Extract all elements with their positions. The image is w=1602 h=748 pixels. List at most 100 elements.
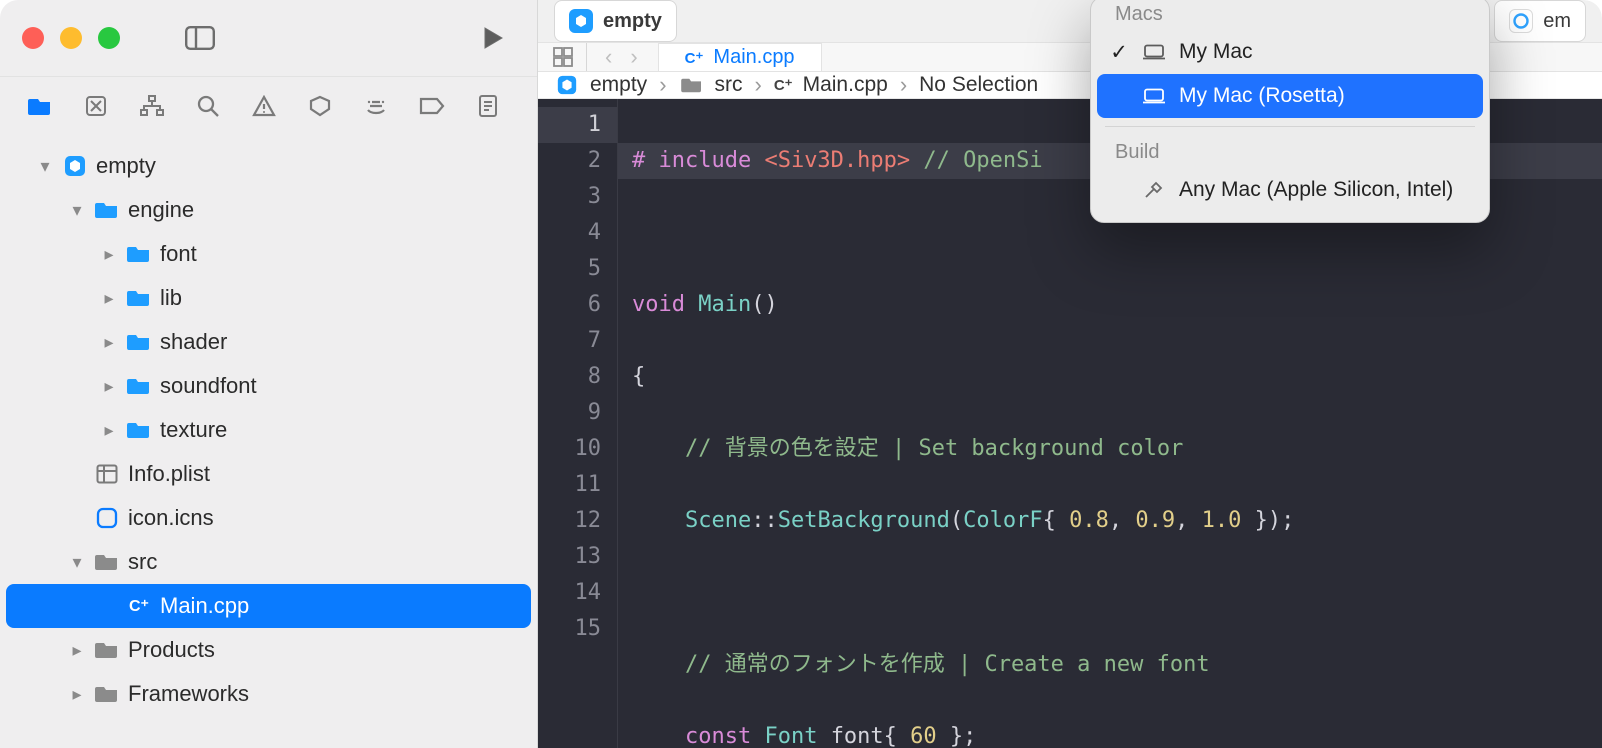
minimize-window-button[interactable] [60,27,82,49]
menu-item-my-mac-rosetta[interactable]: My Mac (Rosetta) [1097,74,1483,118]
menu-item-label: Any Mac (Apple Silicon, Intel) [1179,178,1453,202]
report-navigator-icon[interactable] [474,92,502,120]
menu-separator [1105,126,1475,127]
tree-item-info-plist[interactable]: ▸ Info.plist [6,452,531,496]
project-navigator-icon[interactable] [26,92,54,120]
window-controls [22,27,120,49]
folder-icon [126,241,152,267]
tree-item-shader[interactable]: ▸ shader [6,320,531,364]
line-number: 9 [538,395,601,431]
tree-item-texture[interactable]: ▸ texture [6,408,531,452]
zoom-window-button[interactable] [98,27,120,49]
line-number: 10 [538,431,601,467]
tree-item-main-cpp[interactable]: ▸ C⁺ Main.cpp [6,584,531,628]
line-number: 13 [538,539,601,575]
folder-icon [94,637,120,663]
find-navigator-icon[interactable] [194,92,222,120]
tree-label: font [160,241,197,267]
tree-item-soundfont[interactable]: ▸ soundfont [6,364,531,408]
tree-item-src[interactable]: ▾ src [6,540,531,584]
tree-label: shader [160,329,227,355]
crumb-project[interactable]: empty [590,73,647,97]
tree-label: icon.icns [128,505,214,531]
line-number: 6 [538,287,601,323]
tree-item-frameworks[interactable]: ▸ Frameworks [6,672,531,716]
line-number: 15 [538,611,601,647]
target-label: em [1543,10,1571,33]
folder-icon [126,285,152,311]
folder-icon [126,329,152,355]
menu-item-my-mac[interactable]: ✓ My Mac [1097,30,1483,74]
chevron-right-icon: › [898,72,909,98]
hammer-icon [1143,181,1165,199]
crumb-selection[interactable]: No Selection [919,73,1038,97]
menu-item-any-mac[interactable]: Any Mac (Apple Silicon, Intel) [1097,168,1483,212]
test-navigator-icon[interactable] [306,92,334,120]
symbol-navigator-icon[interactable] [138,92,166,120]
tree-label: src [128,549,157,575]
cpp-file-icon: C⁺ [685,49,704,67]
scheme-name: empty [603,10,662,33]
cpp-file-icon: C⁺ [774,76,793,94]
plist-icon [94,461,120,487]
run-button[interactable] [471,16,515,60]
source-control-navigator-icon[interactable] [82,92,110,120]
run-destination-selector[interactable]: em [1494,0,1586,42]
tree-label: empty [96,153,156,179]
tree-item-font[interactable]: ▸ font [6,232,531,276]
menu-section-header: Build [1097,135,1483,168]
mac-icon [1143,87,1165,105]
nav-forward-button[interactable]: › [624,44,643,70]
line-number: 4 [538,215,601,251]
folder-icon [94,197,120,223]
tree-label: Products [128,637,215,663]
tab-tools: ‹ › [538,43,659,71]
run-destination-menu: Macs ✓ My Mac My Mac (Rosetta) Build [1090,0,1490,223]
tree-label: Info.plist [128,461,210,487]
line-number: 5 [538,251,601,287]
folder-icon [94,681,120,707]
scheme-selector[interactable]: empty [554,0,677,42]
menu-section-header: Macs [1097,0,1483,30]
tree-item-project[interactable]: ▾ empty [6,144,531,188]
nav-back-button[interactable]: ‹ [599,44,618,70]
toggle-sidebar-icon[interactable] [178,16,222,60]
checkmark-icon: ✓ [1109,40,1129,65]
folder-icon [126,417,152,443]
file-tab-main-cpp[interactable]: C⁺ Main.cpp [659,43,822,71]
chevron-right-icon: › [657,72,668,98]
line-number: 3 [538,179,601,215]
project-icon [62,153,88,179]
tree-item-icon-icns[interactable]: ▸ icon.icns [6,496,531,540]
tree-item-lib[interactable]: ▸ lib [6,276,531,320]
related-items-icon[interactable] [552,46,574,68]
menu-item-label: My Mac [1179,40,1253,64]
line-number-gutter: 1 2 3 4 5 6 7 8 9 10 11 12 13 14 15 [538,99,618,748]
folder-icon [679,72,705,98]
line-number: 1 [538,107,617,143]
breakpoint-navigator-icon[interactable] [418,92,446,120]
tree-label: Main.cpp [160,593,249,619]
issue-navigator-icon[interactable] [250,92,278,120]
app-badge-icon [569,9,593,33]
chevron-right-icon: › [753,72,764,98]
close-window-button[interactable] [22,27,44,49]
line-number: 14 [538,575,601,611]
debug-navigator-icon[interactable] [362,92,390,120]
folder-icon [94,549,120,575]
cpp-file-icon: C⁺ [126,593,152,619]
tree-item-products[interactable]: ▸ Products [6,628,531,672]
tree-label: Frameworks [128,681,249,707]
tree-item-engine[interactable]: ▾ engine [6,188,531,232]
crumb-folder[interactable]: src [715,73,743,97]
menu-item-label: My Mac (Rosetta) [1179,84,1345,108]
folder-icon [126,373,152,399]
crumb-file[interactable]: Main.cpp [803,73,888,97]
sidebar: ▾ empty ▾ engine ▸ font ▸ lib [0,0,538,748]
line-number: 2 [538,143,601,179]
tree-label: texture [160,417,227,443]
line-number: 12 [538,503,601,539]
titlebar [0,0,537,76]
project-tree: ▾ empty ▾ engine ▸ font ▸ lib [0,134,537,716]
line-number: 8 [538,359,601,395]
